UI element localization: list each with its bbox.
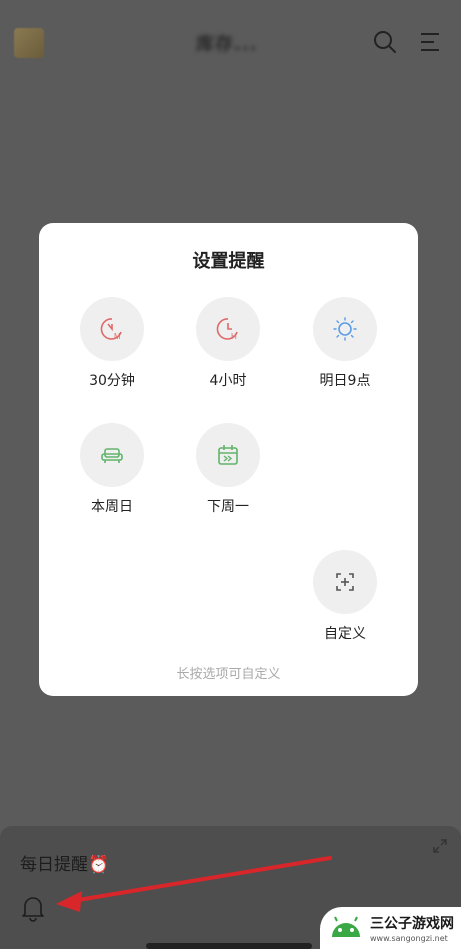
option-label: 30分钟 <box>89 373 135 389</box>
watermark-name: 三公子游戏网 <box>370 916 454 932</box>
option-custom[interactable]: 自定义 <box>295 550 395 643</box>
option-icon-circle[interactable]: H <box>196 297 260 361</box>
option-next-monday[interactable]: 下周一 <box>178 423 278 516</box>
option-30-minutes[interactable]: M 30分钟 <box>62 297 162 390</box>
set-reminder-dialog: 设置提醒 M 30分钟 H 4小时 明日9点 本周日 下周一 自定义 长按选项可… <box>39 223 418 696</box>
option-this-sunday[interactable]: 本周日 <box>62 423 162 516</box>
bell-icon[interactable] <box>20 894 46 922</box>
expand-icon[interactable] <box>431 837 449 855</box>
long-press-hint: 长按选项可自定义 <box>176 667 281 682</box>
watermark-url: www.sangongzi.net <box>370 934 448 943</box>
option-label: 下周一 <box>207 499 249 515</box>
option-icon-circle[interactable] <box>313 297 377 361</box>
clock-hours-icon: H <box>216 318 238 341</box>
option-icon-circle[interactable] <box>196 423 260 487</box>
option-label: 明日9点 <box>319 373 371 389</box>
custom-add-icon <box>336 573 354 591</box>
watermark: 三公子游戏网 www.sangongzi.net <box>320 907 461 949</box>
top-bar: 库存... <box>0 0 461 82</box>
sofa-icon <box>101 448 123 463</box>
home-indicator <box>146 943 312 949</box>
option-icon-circle[interactable] <box>313 550 377 614</box>
sun-icon <box>333 317 357 341</box>
menu-icon[interactable] <box>417 28 445 56</box>
search-icon[interactable] <box>371 28 399 56</box>
option-icon-circle[interactable]: M <box>80 297 144 361</box>
svg-text:H: H <box>231 332 237 341</box>
option-label: 本周日 <box>91 499 133 515</box>
clock-minutes-icon: M <box>100 318 122 341</box>
avatar[interactable] <box>14 28 44 58</box>
dialog-title: 设置提醒 <box>192 251 265 272</box>
panel-title: 每日提醒⏰ <box>20 850 109 875</box>
svg-text:M: M <box>114 332 121 341</box>
option-label: 自定义 <box>324 626 366 642</box>
calendar-next-icon <box>218 445 238 465</box>
option-4-hours[interactable]: H 4小时 <box>178 297 278 390</box>
option-icon-circle[interactable] <box>80 423 144 487</box>
panel-title-text: 每日提醒 <box>20 855 88 875</box>
alarm-clock-icon: ⏰ <box>88 855 110 875</box>
document-title: 库存... <box>196 34 258 55</box>
option-tomorrow-9am[interactable]: 明日9点 <box>295 297 395 390</box>
watermark-logo <box>332 916 360 937</box>
option-label: 4小时 <box>209 373 247 389</box>
